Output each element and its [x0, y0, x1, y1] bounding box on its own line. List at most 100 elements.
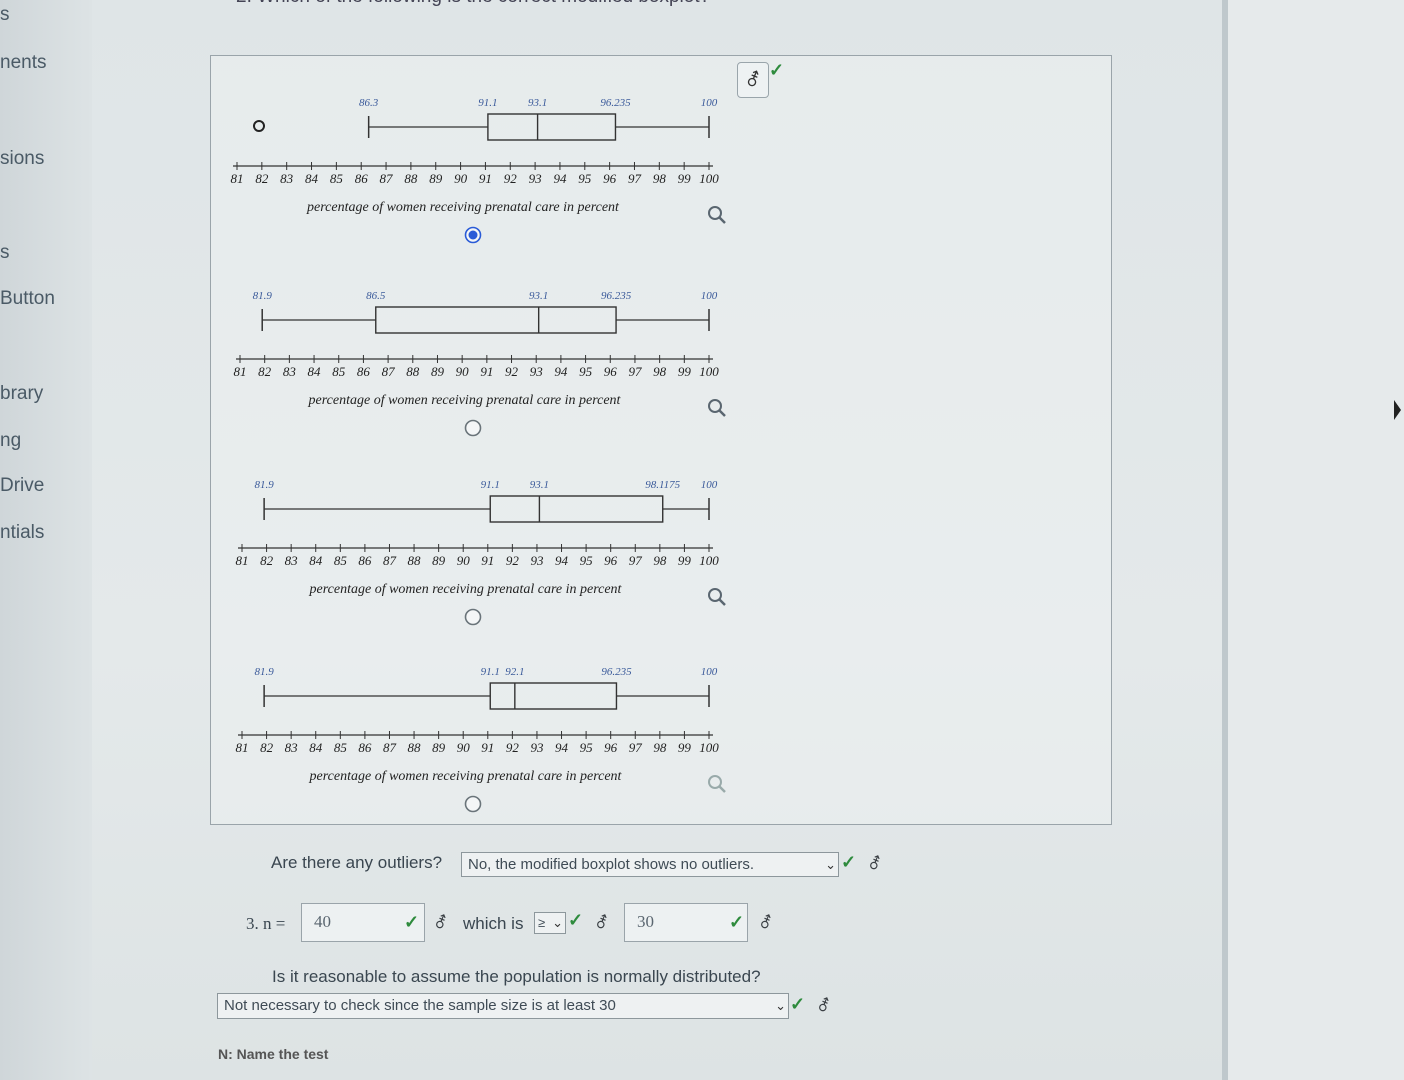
axis-tick-label: 96 [604, 740, 618, 755]
gender-icon[interactable]: ⚦ [759, 913, 772, 933]
axis-tick-label: 87 [382, 364, 396, 379]
value-label: 100 [701, 479, 718, 491]
axis-tick-label: 85 [330, 171, 344, 186]
axis-tick-label: 85 [334, 553, 348, 568]
hint-button[interactable]: ⚦ [737, 62, 769, 98]
outliers-answer: No, the modified boxplot shows no outlie… [468, 856, 754, 873]
axis-tick-label: 99 [678, 171, 692, 186]
value-label: 100 [701, 666, 718, 678]
axis-tick-label: 91 [480, 364, 493, 379]
gender-icon[interactable]: ⚦ [595, 913, 608, 933]
gender-icon[interactable]: ⚦ [434, 913, 447, 933]
normality-answer: Not necessary to check since the sample … [224, 997, 616, 1014]
axis-tick-label: 81 [236, 740, 249, 755]
axis-caption: percentage of women receiving prenatal c… [309, 582, 623, 597]
value-label: 96.235 [600, 97, 631, 109]
axis-tick-label: 87 [383, 740, 397, 755]
axis-tick-label: 89 [429, 171, 443, 186]
n-value: 40 [314, 912, 331, 931]
axis-tick-label: 97 [629, 740, 643, 755]
axis-tick-label: 99 [678, 553, 692, 568]
axis-tick-label: 92 [506, 553, 520, 568]
check-icon: ✓ [729, 912, 745, 932]
outliers-select[interactable]: No, the modified boxplot shows no outlie… [461, 852, 839, 877]
chevron-down-icon: ⌄ [552, 915, 563, 930]
axis-tick-label: 95 [580, 553, 594, 568]
axis-tick-label: 83 [285, 553, 299, 568]
axis-tick-label: 99 [678, 364, 692, 379]
value-label: 91.1 [478, 97, 497, 109]
axis-tick-label: 84 [305, 171, 319, 186]
axis-tick-label: 89 [431, 364, 445, 379]
axis-tick-label: 93 [530, 553, 544, 568]
axis-tick-label: 88 [406, 364, 420, 379]
value-label: 92.1 [505, 666, 524, 678]
axis-tick-label: 91 [481, 740, 494, 755]
axis-tick-label: 93 [530, 740, 544, 755]
chevron-down-icon: ⌄ [775, 998, 786, 1013]
outliers-question: Are there any outliers? [271, 853, 443, 872]
axis-tick-label: 92 [505, 364, 519, 379]
value-label: 100 [701, 290, 718, 302]
value-label: 86.3 [359, 97, 379, 109]
search-icon[interactable] [708, 206, 726, 224]
search-icon[interactable] [708, 775, 726, 793]
value-label: 81.9 [254, 479, 274, 491]
value-label: 96.235 [601, 666, 632, 678]
value-label: 93.1 [528, 97, 547, 109]
value-label: 93.1 [530, 479, 549, 491]
axis-tick-label: 98 [653, 171, 667, 186]
axis-tick-label: 100 [699, 171, 719, 186]
value-label: 81.9 [253, 290, 273, 302]
value-label: 91.1 [481, 666, 500, 678]
axis-tick-label: 93 [530, 364, 544, 379]
axis-tick-label: 84 [308, 364, 322, 379]
axis-tick-label: 95 [580, 740, 594, 755]
which-is-label: which is [463, 914, 524, 933]
axis-caption: percentage of women receiving prenatal c… [306, 200, 620, 215]
radio-button [464, 419, 482, 437]
axis-tick-label: 90 [457, 553, 471, 568]
comparison-select[interactable]: ≥ ⌄ [534, 912, 566, 934]
check-icon: ✓ [769, 60, 785, 80]
axis-tick-label: 92 [506, 740, 520, 755]
axis-tick-label: 83 [285, 740, 299, 755]
axis-tick-label: 86 [357, 364, 371, 379]
check-icon: ✓ [568, 910, 584, 930]
search-icon[interactable] [708, 399, 726, 417]
axis-tick-label: 97 [629, 553, 643, 568]
axis-caption: percentage of women receiving prenatal c… [308, 393, 622, 408]
axis-tick-label: 94 [554, 364, 568, 379]
axis-tick-label: 81 [234, 364, 247, 379]
iqr-box [375, 306, 617, 334]
axis-tick-label: 90 [457, 740, 471, 755]
axis-tick-label: 99 [678, 740, 692, 755]
axis-tick-label: 91 [481, 553, 494, 568]
check-icon: ✓ [404, 912, 420, 932]
iqr-box [489, 682, 618, 710]
axis-tick-label: 95 [579, 364, 593, 379]
axis-tick-label: 87 [380, 171, 394, 186]
outlier-point [253, 120, 265, 132]
axis-tick-label: 96 [603, 171, 617, 186]
axis-tick-label: 85 [334, 740, 348, 755]
axis-tick-label: 83 [283, 364, 297, 379]
axis-tick-label: 88 [408, 740, 422, 755]
axis-tick-label: 86 [358, 740, 372, 755]
axis-tick-label: 81 [236, 553, 249, 568]
axis-tick-label: 88 [404, 171, 418, 186]
search-icon[interactable] [708, 588, 726, 606]
gender-icon[interactable]: ⚦ [817, 996, 830, 1016]
axis-tick-label: 90 [454, 171, 468, 186]
axis-tick-label: 87 [383, 553, 397, 568]
value-label: 98.1175 [645, 479, 680, 491]
gender-icon[interactable]: ⚦ [868, 854, 881, 874]
axis-tick-label: 84 [309, 553, 323, 568]
axis-tick-label: 96 [604, 553, 618, 568]
axis-caption: percentage of women receiving prenatal c… [309, 769, 623, 784]
axis-tick-label: 92 [504, 171, 518, 186]
axis-tick-label: 100 [699, 364, 719, 379]
axis-tick-label: 97 [628, 364, 642, 379]
axis-tick-label: 86 [355, 171, 369, 186]
normality-select[interactable]: Not necessary to check since the sample … [217, 993, 789, 1019]
